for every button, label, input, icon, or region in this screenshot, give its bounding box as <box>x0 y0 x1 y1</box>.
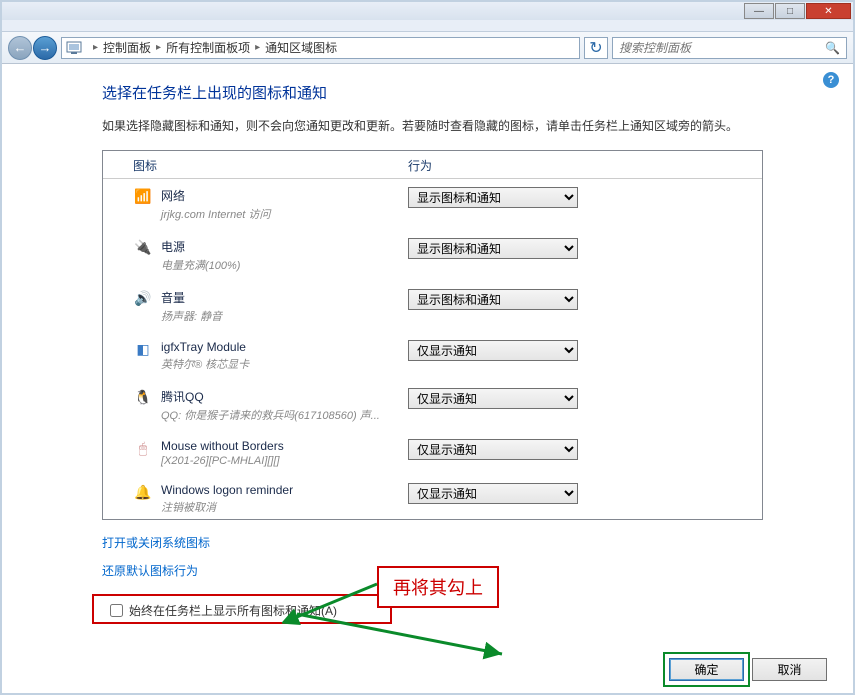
restore-defaults-link[interactable]: 还原默认图标行为 <box>102 562 198 579</box>
app-icon: 🔔 <box>133 483 153 501</box>
tab-strip <box>2 20 853 32</box>
app-subtitle: 注销被取消 <box>161 499 408 515</box>
app-title: 音量 <box>161 289 408 306</box>
app-icon: 📶 <box>133 187 153 205</box>
cancel-button[interactable]: 取消 <box>752 658 827 681</box>
title-bar: — □ ✕ <box>2 2 853 20</box>
breadcrumb-leaf[interactable]: 通知区域图标 <box>265 39 337 56</box>
panel-scroll[interactable]: 图标 行为 📶 网络 jrjkg.com Internet 访问 显示图标和通知… <box>103 151 762 519</box>
search-box[interactable]: 🔍 <box>612 37 847 59</box>
icon-settings-panel: 图标 行为 📶 网络 jrjkg.com Internet 访问 显示图标和通知… <box>102 150 763 520</box>
app-title: igfxTray Module <box>161 340 408 354</box>
behavior-select[interactable]: 显示图标和通知 仅显示通知 <box>408 289 578 310</box>
nav-bar: ← → ▸ 控制面板 ▸ 所有控制面板项 ▸ 通知区域图标 ↻ 🔍 <box>2 32 853 64</box>
annotation-box <box>92 594 392 624</box>
icon-row: 🔊 音量 扬声器: 静音 显示图标和通知 仅显示通知 <box>103 281 762 332</box>
page-description: 如果选择隐藏图标和通知，则不会向您通知更改和更新。若要随时查看隐藏的图标，请单击… <box>102 117 763 136</box>
header-icon-col: 图标 <box>133 157 408 174</box>
behavior-select[interactable]: 显示图标和通知 仅显示通知 <box>408 388 578 409</box>
app-icon: 🔊 <box>133 289 153 307</box>
icon-row: 🔔 Windows logon reminder 注销被取消 显示图标和通知 仅… <box>103 475 762 519</box>
breadcrumb-sep-icon: ▸ <box>156 42 161 53</box>
app-title: 腾讯QQ <box>161 388 408 405</box>
icon-row: ◧ igfxTray Module 英特尔® 核芯显卡 显示图标和通知 仅显示通… <box>103 332 762 380</box>
control-panel-icon <box>66 41 82 55</box>
app-title: Mouse without Borders <box>161 439 408 453</box>
app-icon: 🔌 <box>133 238 153 256</box>
nav-back-button[interactable]: ← <box>8 36 32 60</box>
help-icon[interactable]: ? <box>823 72 839 88</box>
breadcrumb-sep-icon: ▸ <box>255 42 260 53</box>
icon-row: 🖱 Mouse without Borders [X201-26][PC-MHL… <box>103 431 762 475</box>
icon-row: 🐧 腾讯QQ QQ: 你是猴子请来的救兵吗(617108560) 声... 显示… <box>103 380 762 431</box>
refresh-button[interactable]: ↻ <box>584 37 608 59</box>
app-subtitle: 电量充满(100%) <box>161 257 408 273</box>
system-icons-link[interactable]: 打开或关闭系统图标 <box>102 534 210 551</box>
annotation-text: 再将其勾上 <box>377 566 499 608</box>
app-subtitle: 英特尔® 核芯显卡 <box>161 356 408 372</box>
annotation-box-ok <box>663 652 750 687</box>
app-icon: 🐧 <box>133 388 153 406</box>
breadcrumb[interactable]: ▸ 控制面板 ▸ 所有控制面板项 ▸ 通知区域图标 <box>61 37 580 59</box>
nav-forward-button[interactable]: → <box>33 36 57 60</box>
app-title: 电源 <box>161 238 408 255</box>
app-icon: ◧ <box>133 340 153 358</box>
behavior-select[interactable]: 显示图标和通知 仅显示通知 <box>408 483 578 504</box>
breadcrumb-sep-icon: ▸ <box>93 42 98 53</box>
breadcrumb-root[interactable]: 控制面板 <box>103 39 151 56</box>
header-action-col: 行为 <box>408 157 432 174</box>
minimize-button[interactable]: — <box>744 3 774 19</box>
search-input[interactable] <box>619 41 825 55</box>
app-subtitle: [X201-26][PC-MHLAI][][] <box>161 455 408 467</box>
icon-row: 🔌 电源 电量充满(100%) 显示图标和通知 仅显示通知 <box>103 230 762 281</box>
behavior-select[interactable]: 显示图标和通知 仅显示通知 <box>408 340 578 361</box>
app-icon: 🖱 <box>133 439 153 457</box>
app-title: Windows logon reminder <box>161 483 408 497</box>
icon-row: 📶 网络 jrjkg.com Internet 访问 显示图标和通知 仅显示通知 <box>103 179 762 230</box>
page-title: 选择在任务栏上出现的图标和通知 <box>102 82 763 103</box>
maximize-button[interactable]: □ <box>775 3 805 19</box>
app-subtitle: jrjkg.com Internet 访问 <box>161 206 408 222</box>
search-icon: 🔍 <box>825 41 840 55</box>
behavior-select[interactable]: 显示图标和通知 仅显示通知 <box>408 238 578 259</box>
app-subtitle: 扬声器: 静音 <box>161 308 408 324</box>
panel-header: 图标 行为 <box>103 151 762 179</box>
behavior-select[interactable]: 显示图标和通知 仅显示通知 <box>408 439 578 460</box>
app-title: 网络 <box>161 187 408 204</box>
behavior-select[interactable]: 显示图标和通知 仅显示通知 <box>408 187 578 208</box>
app-subtitle: QQ: 你是猴子请来的救兵吗(617108560) 声... <box>161 407 408 423</box>
breadcrumb-mid[interactable]: 所有控制面板项 <box>166 39 250 56</box>
close-button[interactable]: ✕ <box>806 3 851 19</box>
